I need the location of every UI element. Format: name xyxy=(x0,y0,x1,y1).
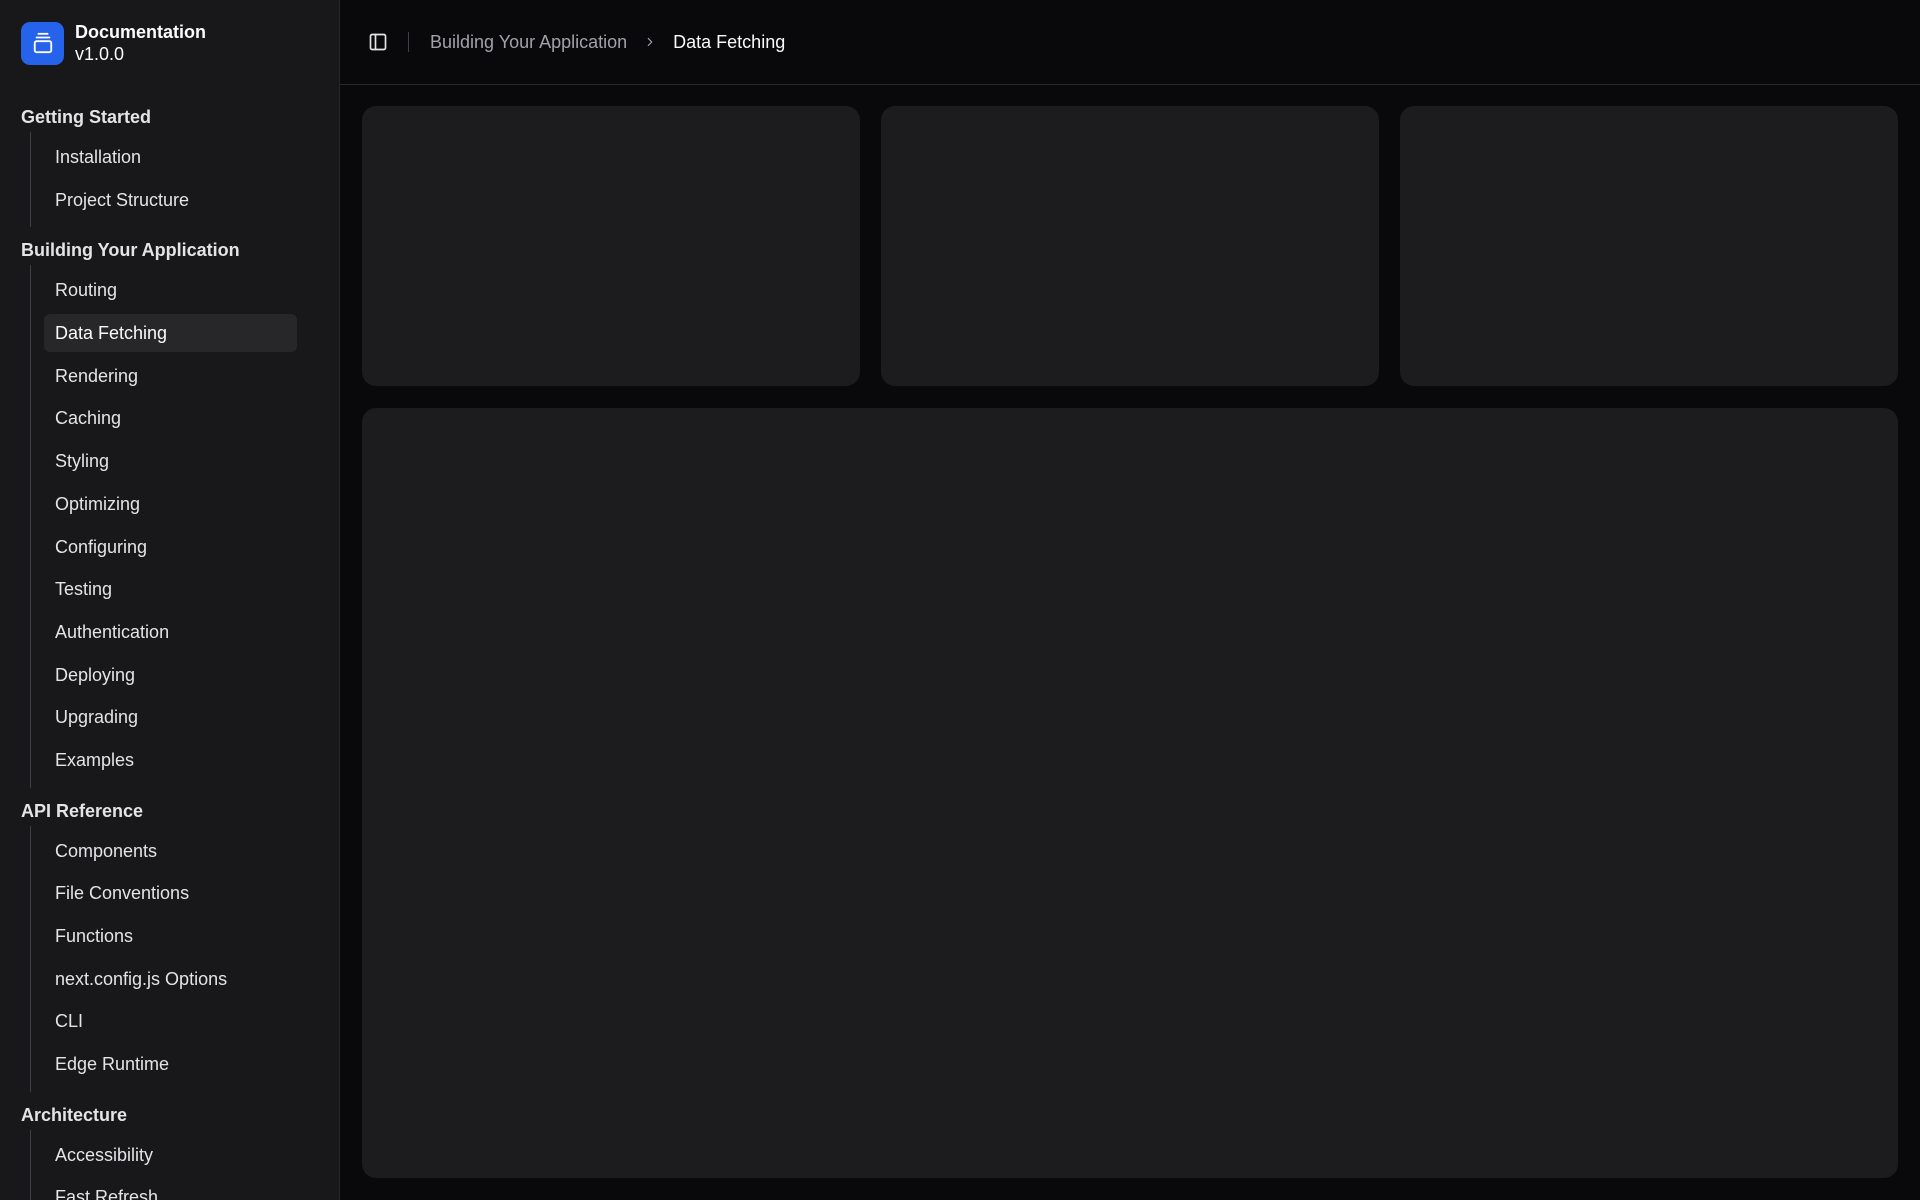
main-area: Building Your Application Data Fetching xyxy=(340,0,1920,1200)
card-row xyxy=(362,106,1898,386)
placeholder-panel xyxy=(362,408,1898,1178)
nav-group-items: Routing Data Fetching Rendering Caching Styl… xyxy=(30,265,297,788)
nav-group-title[interactable]: API Reference xyxy=(0,796,339,826)
sidebar-nav: Getting Started Installation Project Struc… xyxy=(0,84,339,1200)
top-bar: Building Your Application Data Fetching xyxy=(340,0,1920,85)
chevron-right-icon xyxy=(643,35,657,49)
sidebar-item-data-fetching[interactable]: Data Fetching xyxy=(44,314,297,353)
nav-group-items: Components File Conventions Functions next.… xyxy=(30,825,297,1092)
nav-group-title[interactable]: Getting Started xyxy=(0,102,339,132)
sidebar-item-routing[interactable]: Routing xyxy=(44,271,297,309)
brand-title: Documentation xyxy=(75,22,207,42)
sidebar-item-project-structure[interactable]: Project Structure xyxy=(44,181,297,219)
sidebar-item-optimizing[interactable]: Optimizing xyxy=(44,485,297,523)
sidebar-item-caching[interactable]: Caching xyxy=(44,399,297,437)
breadcrumb-parent-link[interactable]: Building Your Application xyxy=(430,32,627,53)
brand-text: Documentation v1.0.0 xyxy=(75,21,206,65)
panel-left-icon xyxy=(369,33,387,51)
sidebar-item-examples[interactable]: Examples xyxy=(44,741,297,779)
breadcrumb-current: Data Fetching xyxy=(673,31,786,52)
sidebar-item-configuring[interactable]: Configuring xyxy=(44,528,297,566)
brand-version: v1.0.0 xyxy=(75,44,125,64)
sidebar-item-cli[interactable]: CLI xyxy=(44,1002,297,1040)
sidebar-item-file-conventions[interactable]: File Conventions xyxy=(44,874,297,912)
content-area xyxy=(340,85,1920,1200)
nav-group-title[interactable]: Building Your Application xyxy=(0,235,339,265)
sidebar-item-functions[interactable]: Functions xyxy=(44,917,297,955)
placeholder-card xyxy=(881,106,1379,386)
header-divider xyxy=(408,32,409,52)
placeholder-card xyxy=(1400,106,1898,386)
sidebar-item-edge-runtime[interactable]: Edge Runtime xyxy=(44,1045,297,1083)
sidebar-item-styling[interactable]: Styling xyxy=(44,442,297,480)
sidebar-toggle-button[interactable] xyxy=(364,28,392,56)
sidebar-item-installation[interactable]: Installation xyxy=(44,138,297,176)
sidebar-item-next-config-js-options[interactable]: next.config.js Options xyxy=(44,960,297,998)
nav-group-items: Installation Project Structure xyxy=(30,132,297,228)
gallery-vertical-end-icon xyxy=(21,21,64,65)
nav-group-title[interactable]: Architecture xyxy=(0,1100,339,1130)
breadcrumb: Building Your Application Data Fetching xyxy=(430,32,785,53)
sidebar-item-components[interactable]: Components xyxy=(44,832,297,870)
sidebar-item-fast-refresh[interactable]: Fast Refresh xyxy=(44,1178,297,1200)
app-shell: Documentation v1.0.0 Getting Started Inst… xyxy=(0,0,1920,1200)
nav-group-items: Accessibility Fast Refresh xyxy=(30,1129,297,1200)
sidebar-item-deploying[interactable]: Deploying xyxy=(44,656,297,694)
sidebar-item-upgrading[interactable]: Upgrading xyxy=(44,698,297,736)
sidebar-item-authentication[interactable]: Authentication xyxy=(44,613,297,651)
sidebar-item-testing[interactable]: Testing xyxy=(44,570,297,608)
sidebar-item-accessibility[interactable]: Accessibility xyxy=(44,1136,297,1174)
sidebar: Documentation v1.0.0 Getting Started Inst… xyxy=(0,0,340,1200)
placeholder-card xyxy=(362,106,860,386)
sidebar-item-rendering[interactable]: Rendering xyxy=(44,357,297,395)
brand-header[interactable]: Documentation v1.0.0 xyxy=(0,0,339,84)
